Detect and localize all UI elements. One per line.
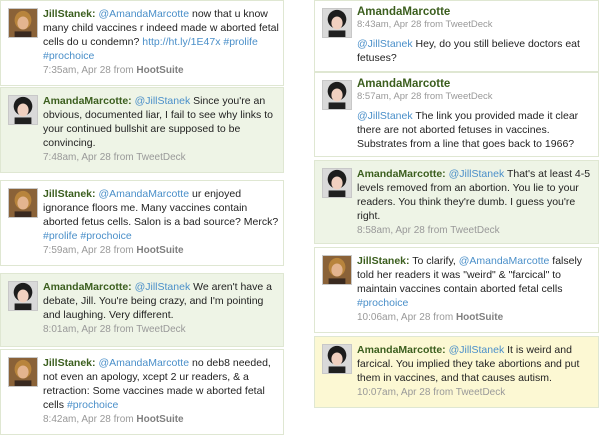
tweet-timestamp: 10:07am, Apr 28 from TweetDeck [357,387,506,398]
tweet-meta: 7:59am, Apr 28 from HootSuite [43,244,279,258]
tweet-meta: 8:58am, Apr 28 from TweetDeck [357,224,594,238]
tweet-timestamp: 8:42am, Apr 28 from [43,414,137,425]
tweet-meta: 7:48am, Apr 28 from TweetDeck [43,151,279,165]
tweet: JillStanek: @AmandaMarcotte no deb8 need… [0,349,284,435]
tweet-meta: 10:07am, Apr 28 from TweetDeck [357,386,594,400]
mention-link[interactable]: @AmandaMarcotte [98,188,189,200]
tweet-body: JillStanek: @AmandaMarcotte ur enjoyed i… [43,187,279,258]
tweet-author[interactable]: AmandaMarcotte [357,5,594,19]
tweet-body: AmandaMarcotte: @JillStanek It is weird … [357,343,594,400]
hashtag-link[interactable]: #prochoice [80,230,131,242]
avatar[interactable] [322,344,352,374]
tweet: JillStanek: @AmandaMarcotte now that u k… [0,0,284,86]
tweet: AmandaMarcotte: @JillStanek We aren't ha… [0,273,284,347]
tweet-body: JillStanek: @AmandaMarcotte no deb8 need… [43,356,279,427]
tweet-author[interactable]: JillStanek: [357,255,410,267]
avatar[interactable] [322,8,352,38]
tweet-author[interactable]: AmandaMarcotte [357,77,594,91]
hashtag-link[interactable]: #prochoice [357,297,408,309]
source-link: HootSuite [136,414,184,425]
tweet-body: JillStanek: @AmandaMarcotte now that u k… [43,7,279,78]
tweet-author[interactable]: AmandaMarcotte: [43,281,132,293]
url-link[interactable]: http://ht.ly/1E47x [142,36,220,48]
tweet: JillStanek: @AmandaMarcotte ur enjoyed i… [0,180,284,266]
mention-link[interactable]: @JillStanek [135,95,191,107]
tweet-timestamp: 7:48am, Apr 28 from TweetDeck [43,152,186,163]
mention-link[interactable]: @JillStanek [357,38,413,50]
avatar[interactable] [322,255,352,285]
mention-link[interactable]: @AmandaMarcotte [459,255,550,267]
avatar[interactable] [8,188,38,218]
tweet: JillStanek: To clarify, @AmandaMarcotte … [314,247,599,333]
tweet: AmandaMarcotte: @JillStanek Since you're… [0,87,284,173]
tweet: AmandaMarcotte 8:57am, Apr 28 from TweetD… [314,72,599,157]
tweet: AmandaMarcotte: @JillStanek It is weird … [314,336,599,408]
tweet-meta: 8:01am, Apr 28 from TweetDeck [43,323,279,337]
tweet-timestamp: 8:43am, Apr 28 from TweetDeck [357,19,493,30]
avatar[interactable] [8,95,38,125]
tweet-timestamp: 8:57am, Apr 28 from TweetDeck [357,91,493,102]
tweet-author[interactable]: JillStanek: [43,188,96,200]
tweet-author[interactable]: JillStanek: [43,8,96,20]
tweet-author[interactable]: JillStanek: [43,357,96,369]
mention-link[interactable]: @AmandaMarcotte [98,357,189,369]
tweet-body: AmandaMarcotte: @JillStanek Since you're… [43,94,279,165]
tweet-body: AmandaMarcotte: @JillStanek That's at le… [357,167,594,238]
tweet-author[interactable]: AmandaMarcotte: [357,344,446,356]
tweet-meta: 8:42am, Apr 28 from HootSuite [43,413,279,427]
hashtag-link[interactable]: #prolife [43,230,77,242]
avatar[interactable] [8,8,38,38]
hashtag-link[interactable]: #prochoice [67,399,118,411]
avatar[interactable] [8,357,38,387]
tweet-timestamp: 7:35am, Apr 28 from [43,65,137,76]
tweet-text: @JillStanek The link you provided made i… [357,109,594,151]
tweet-author[interactable]: AmandaMarcotte: [357,168,446,180]
avatar[interactable] [322,168,352,198]
tweet-timestamp: 8:58am, Apr 28 from TweetDeck [357,225,500,236]
avatar[interactable] [322,80,352,110]
tweet-body: AmandaMarcotte 8:57am, Apr 28 from TweetD… [357,77,594,151]
mention-link[interactable]: @JillStanek [357,110,413,122]
source-link: HootSuite [455,312,504,323]
tweet-timestamp: 10:06am, Apr 28 from [357,312,456,323]
mention-link[interactable]: @JillStanek [449,168,505,180]
tweet-text: @JillStanek Hey, do you still believe do… [357,37,594,65]
tweet-body: AmandaMarcotte 8:43am, Apr 28 from TweetD… [357,5,594,65]
tweet-meta: 7:35am, Apr 28 from HootSuite [43,64,279,78]
source-link: HootSuite [136,245,184,256]
mention-link[interactable]: @JillStanek [449,344,505,356]
tweet: AmandaMarcotte 8:43am, Apr 28 from TweetD… [314,0,599,72]
tweet-author[interactable]: AmandaMarcotte: [43,95,132,107]
tweet-body: AmandaMarcotte: @JillStanek We aren't ha… [43,280,279,337]
avatar[interactable] [8,281,38,311]
tweet-body: JillStanek: To clarify, @AmandaMarcotte … [357,254,594,325]
tweet-timestamp: 7:59am, Apr 28 from [43,245,137,256]
tweet: AmandaMarcotte: @JillStanek That's at le… [314,160,599,244]
hashtag-link[interactable]: #prochoice [43,50,94,62]
source-link: HootSuite [136,65,184,76]
tweet-meta: 10:06am, Apr 28 from HootSuite [357,311,594,325]
mention-link[interactable]: @JillStanek [135,281,191,293]
mention-link[interactable]: @AmandaMarcotte [98,8,189,20]
hashtag-link[interactable]: #prolife [223,36,257,48]
tweet-timestamp: 8:01am, Apr 28 from TweetDeck [43,324,186,335]
tweet-text-segment: To clarify, [412,255,459,267]
